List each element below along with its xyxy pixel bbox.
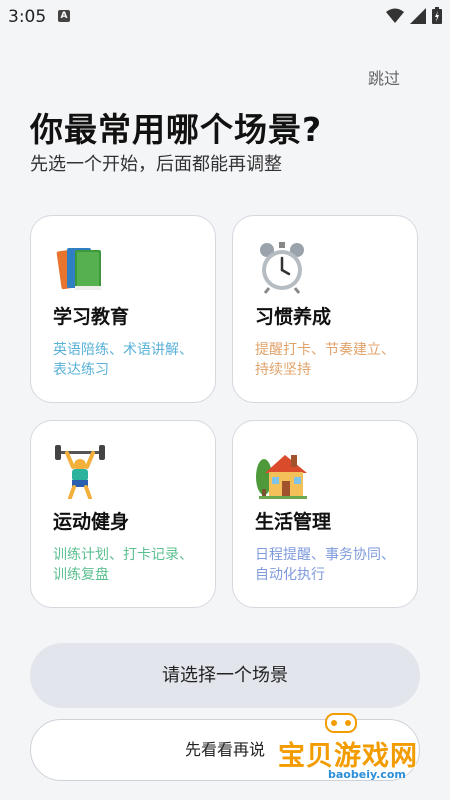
alarm-clock-icon <box>260 242 304 294</box>
select-scene-button[interactable]: 请选择一个场景 <box>30 643 420 708</box>
wifi-icon <box>386 8 404 23</box>
app-indicator-icon: A <box>58 10 70 22</box>
scene-card-habit[interactable]: 习惯养成 提醒打卡、节奏建立、持续坚持 <box>232 215 418 403</box>
books-icon <box>56 248 101 290</box>
status-bar: 3:05 A <box>0 0 450 32</box>
skip-button[interactable]: 跳过 <box>368 65 400 89</box>
scene-description: 英语陪练、术语讲解、表达练习 <box>53 342 193 378</box>
status-time: 3:05 <box>8 7 47 27</box>
signal-icon <box>410 7 426 24</box>
scene-card-sport[interactable]: 运动健身 训练计划、打卡记录、训练复盘 <box>30 420 216 608</box>
scene-description: 日程提醒、事务协同、自动化执行 <box>255 547 395 583</box>
scene-label: 运动健身 <box>53 511 130 533</box>
battery-icon <box>432 7 442 24</box>
page-title: 你最常用哪个场景? <box>30 110 323 149</box>
scene-description: 提醒打卡、节奏建立、持续坚持 <box>255 342 395 378</box>
scene-description: 训练计划、打卡记录、训练复盘 <box>53 547 193 583</box>
scene-label: 习惯养成 <box>255 306 332 328</box>
scene-label: 生活管理 <box>255 511 332 533</box>
scene-card-life[interactable]: 生活管理 日程提醒、事务协同、自动化执行 <box>232 420 418 608</box>
house-icon <box>256 455 307 499</box>
watermark-url: baobeiy.com <box>328 768 406 781</box>
scene-label: 学习教育 <box>53 306 130 328</box>
weightlifter-icon <box>55 445 105 499</box>
scene-card-study[interactable]: 学习教育 英语陪练、术语讲解、表达练习 <box>30 215 216 403</box>
page-subtitle: 先选一个开始，后面都能再调整 <box>30 154 282 175</box>
